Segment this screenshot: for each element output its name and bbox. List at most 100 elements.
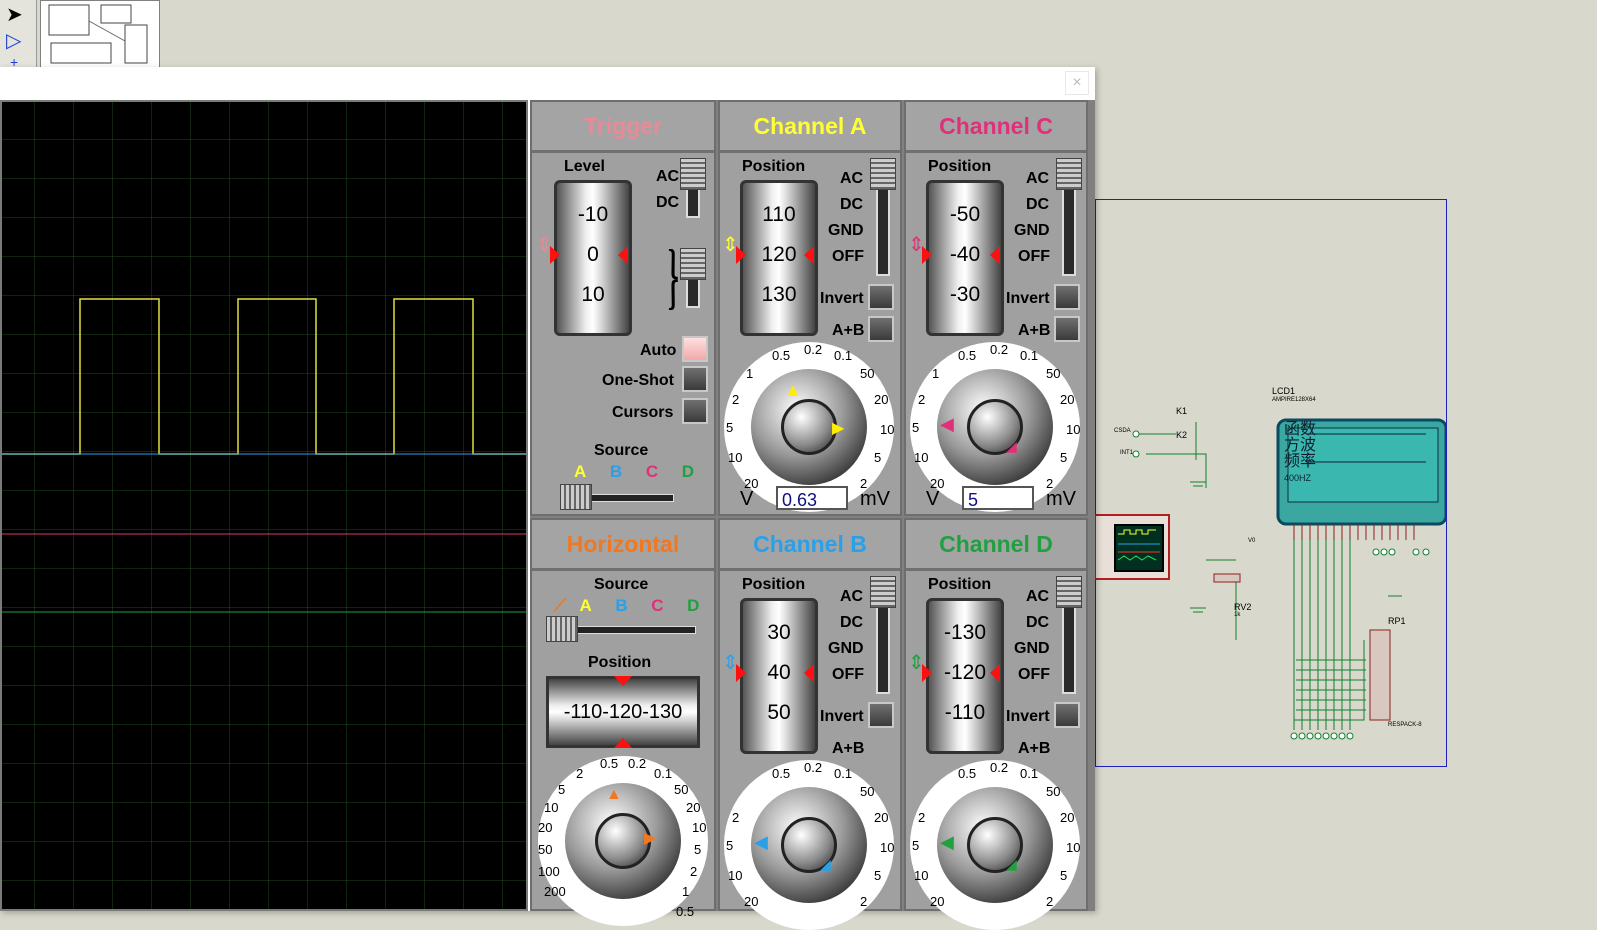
channel-a-title: Channel A [720, 102, 900, 153]
channel-b-invert-label: Invert [820, 708, 864, 725]
channel-b-dc-label: DC [840, 614, 864, 631]
dial-tick: 100 [538, 864, 560, 879]
channel-d-coupling-thumb[interactable] [1056, 576, 1082, 608]
source-b-label: B [615, 596, 628, 615]
channel-b-coupling-thumb[interactable] [870, 576, 896, 608]
control-panel: Trigger Level -10 0 10 ⇕ AC DC ⎱ ⎰ Auto O… [530, 100, 1095, 930]
switch-k2-label: K2 [1176, 430, 1188, 440]
dial-tick: 10 [1066, 422, 1081, 437]
dial-tick: 20 [874, 810, 889, 825]
channel-a-ab-button[interactable] [868, 316, 894, 342]
horizontal-coarse-indicator-icon: ▲ [606, 786, 622, 803]
channel-a-knob-cap [781, 399, 837, 455]
channel-b-volts-dial[interactable]: ◀ ◢ 0.5 0.2 0.1 50 20 10 5 2 20 10 5 2 [724, 760, 894, 930]
dial-tick: 20 [744, 894, 759, 909]
trigger-coupling-thumb[interactable] [680, 158, 706, 190]
channel-a-invert-button[interactable] [868, 284, 894, 310]
dial-tick: 0.1 [1020, 766, 1039, 781]
dial-tick: 2 [860, 894, 868, 909]
channel-d-invert-button[interactable] [1054, 702, 1080, 728]
dial-tick: 0.5 [676, 904, 695, 919]
dial-tick: 0.2 [628, 756, 647, 771]
horizontal-source-label: Source [594, 576, 649, 593]
workspace-background [0, 0, 1597, 66]
dial-tick: 50 [1046, 366, 1061, 381]
window-titlebar[interactable]: × [0, 67, 1095, 99]
trigger-edge-thumb[interactable] [680, 248, 706, 280]
channel-b-off-label: OFF [832, 666, 864, 683]
channel-d-invert-label: Invert [1006, 708, 1050, 725]
channel-a-gnd-label: GND [828, 222, 864, 239]
tool-strip: ➤ ▷ + [0, 0, 37, 70]
cursors-button[interactable] [682, 398, 708, 424]
channel-d-coarse-indicator-icon: ◀ [940, 832, 954, 852]
schematic-drawing [1132, 418, 1448, 740]
channel-a-coarse-indicator-icon: ▲ [784, 380, 802, 400]
channel-d-dc-label: DC [1026, 614, 1050, 631]
channel-a-volts-field[interactable]: 0.63 [776, 486, 848, 510]
dial-tick: 10 [914, 868, 929, 883]
channel-c-position-label: Position [928, 158, 992, 175]
dial-tick: 5 [694, 842, 702, 857]
dial-tick: 50 [860, 366, 875, 381]
channel-d-gnd-label: GND [1014, 640, 1050, 657]
channel-c-ab-button[interactable] [1054, 316, 1080, 342]
dial-tick: 5 [726, 420, 734, 435]
component-mode-icon[interactable]: ▷ [6, 28, 21, 53]
trigger-source-letters: A B C D [574, 462, 694, 482]
channel-d-ac-label: AC [1026, 588, 1050, 605]
position-pointer-left-icon [922, 664, 932, 682]
lcd-line-1: 函数 [1284, 421, 1317, 438]
channel-b-invert-button[interactable] [868, 702, 894, 728]
horizontal-pointer-bottom-icon [614, 738, 632, 748]
dial-tick: 2 [732, 810, 740, 825]
position-pointer-right-icon [990, 246, 1000, 264]
channel-d-fine-indicator-icon: ◢ [1006, 856, 1017, 872]
oscilloscope-window[interactable]: × Trigger Level -10 0 10 ⇕ AC DC ⎱ ⎰ Aut… [0, 67, 1095, 930]
channel-a-ab-label: A+B [832, 322, 865, 339]
channel-b-coarse-indicator-icon: ◀ [754, 832, 768, 852]
dial-tick: 2 [690, 864, 698, 879]
auto-button[interactable] [682, 336, 708, 362]
source-d-label: D [681, 462, 694, 481]
lcd-line-3: 频率 [1284, 453, 1317, 470]
dial-tick: 10 [692, 820, 707, 835]
rv2-label: RV2 [1234, 602, 1252, 612]
horizontal-source-letters: ⟋ A B C D [554, 596, 699, 616]
drum-value: 50 [767, 701, 791, 724]
close-button[interactable]: × [1065, 71, 1089, 95]
dial-tick: 0.5 [958, 766, 977, 781]
dial-tick: 50 [538, 842, 553, 857]
channel-c-invert-button[interactable] [1054, 284, 1080, 310]
oscilloscope-display[interactable] [0, 100, 528, 911]
source-d-label: D [687, 596, 700, 615]
level-pointer-right-icon [618, 246, 628, 264]
channel-a-coupling-thumb[interactable] [870, 158, 896, 190]
oscilloscope-component[interactable] [1094, 514, 1170, 580]
channel-c-coupling-thumb[interactable] [1056, 158, 1082, 190]
channel-c-unit-v: V [926, 488, 940, 510]
dial-tick: 0.1 [654, 766, 673, 781]
horizontal-source-thumb[interactable] [546, 616, 578, 642]
dial-tick: 1 [682, 884, 690, 899]
source-a-label: A [579, 596, 592, 615]
cursors-label: Cursors [612, 404, 674, 421]
lcd-line-2: 方波 [1284, 437, 1317, 454]
schematic-overview[interactable] [40, 0, 160, 72]
drum-value: 10 [581, 283, 605, 306]
horizontal-timebase-dial[interactable]: ▲ ▶ 0.5 0.2 0.1 50 20 10 5 2 1 0.5 2 5 1… [538, 756, 708, 926]
horizontal-position-label: Position [588, 654, 652, 671]
channel-d-volts-dial[interactable]: ◀ ◢ 0.5 0.2 0.1 50 20 10 5 2 20 10 5 2 [910, 760, 1080, 930]
channel-b-section: Channel B Position 30 40 50 ⇕ AC DC GND … [718, 518, 902, 930]
dial-tick: 5 [1060, 450, 1068, 465]
channel-c-volts-field[interactable]: 5 [962, 486, 1034, 510]
one-shot-button[interactable] [682, 366, 708, 392]
trigger-source-thumb[interactable] [560, 484, 592, 510]
schematic-area[interactable]: LCD1 AMPIRE128X64 函数 方波 频率 400HZ K1 K2 C… [1094, 199, 1448, 767]
dial-tick: 10 [1066, 840, 1081, 855]
dial-tick: 10 [728, 868, 743, 883]
channel-c-ac-label: AC [1026, 170, 1050, 187]
oscilloscope-component-icon [1114, 524, 1164, 572]
position-pointer-left-icon [736, 246, 746, 264]
selection-arrow-icon[interactable]: ➤ [6, 2, 23, 27]
